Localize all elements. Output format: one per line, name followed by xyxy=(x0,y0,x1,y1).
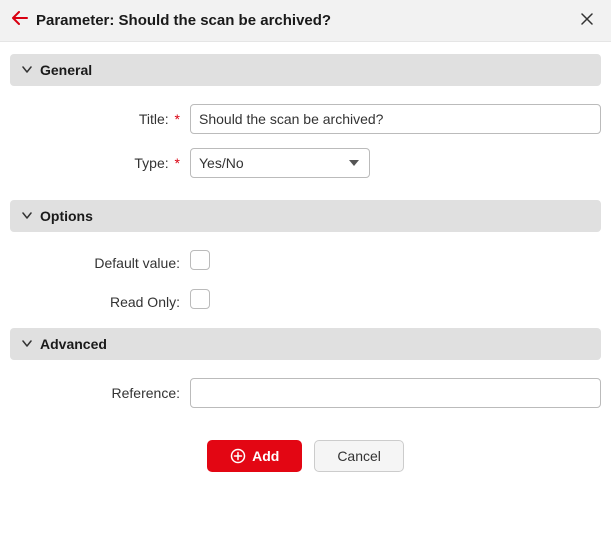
section-options-body: Default value: Read Only: xyxy=(10,250,601,314)
cancel-button[interactable]: Cancel xyxy=(314,440,404,472)
label-title-text: Title: xyxy=(139,111,169,127)
input-col-default-value xyxy=(190,250,601,275)
section-title-options: Options xyxy=(40,208,93,224)
default-value-checkbox[interactable] xyxy=(190,250,210,270)
chevron-down-icon xyxy=(22,63,32,77)
section-general[interactable]: General xyxy=(10,54,601,86)
input-col-read-only xyxy=(190,289,601,314)
dialog-footer: Add Cancel xyxy=(10,430,601,490)
dialog-content: General Title: * Type: * Yes/No xyxy=(0,42,611,496)
dialog-title: Parameter: Should the scan be archived? xyxy=(36,12,331,29)
label-read-only: Read Only: xyxy=(10,294,190,310)
section-advanced[interactable]: Advanced xyxy=(10,328,601,360)
chevron-down-icon xyxy=(22,337,32,351)
plus-circle-icon xyxy=(230,448,246,464)
reference-input[interactable] xyxy=(190,378,601,408)
chevron-down-icon xyxy=(22,209,32,223)
type-select[interactable]: Yes/No xyxy=(190,148,370,178)
section-general-body: Title: * Type: * Yes/No xyxy=(10,104,601,178)
section-title-advanced: Advanced xyxy=(40,336,107,352)
close-icon[interactable] xyxy=(577,10,597,31)
label-type-text: Type: xyxy=(134,155,168,171)
title-input[interactable] xyxy=(190,104,601,134)
input-col-reference xyxy=(190,378,601,408)
label-default-value: Default value: xyxy=(10,255,190,271)
label-title: Title: * xyxy=(10,111,190,127)
row-read-only: Read Only: xyxy=(10,289,601,314)
dialog-window: Parameter: Should the scan be archived? … xyxy=(0,0,611,496)
required-asterisk-icon: * xyxy=(175,155,180,171)
required-asterisk-icon: * xyxy=(175,111,180,127)
dialog-header: Parameter: Should the scan be archived? xyxy=(0,0,611,42)
cancel-button-label: Cancel xyxy=(337,448,381,464)
label-reference: Reference: xyxy=(10,385,190,401)
header-left: Parameter: Should the scan be archived? xyxy=(12,11,331,30)
back-icon[interactable] xyxy=(12,11,28,30)
section-advanced-body: Reference: xyxy=(10,378,601,408)
row-default-value: Default value: xyxy=(10,250,601,275)
section-options[interactable]: Options xyxy=(10,200,601,232)
add-button-label: Add xyxy=(252,448,279,464)
add-button[interactable]: Add xyxy=(207,440,302,472)
input-col-title xyxy=(190,104,601,134)
section-title-general: General xyxy=(40,62,92,78)
row-title: Title: * xyxy=(10,104,601,134)
row-type: Type: * Yes/No xyxy=(10,148,601,178)
read-only-checkbox[interactable] xyxy=(190,289,210,309)
row-reference: Reference: xyxy=(10,378,601,408)
label-type: Type: * xyxy=(10,155,190,171)
input-col-type: Yes/No xyxy=(190,148,601,178)
